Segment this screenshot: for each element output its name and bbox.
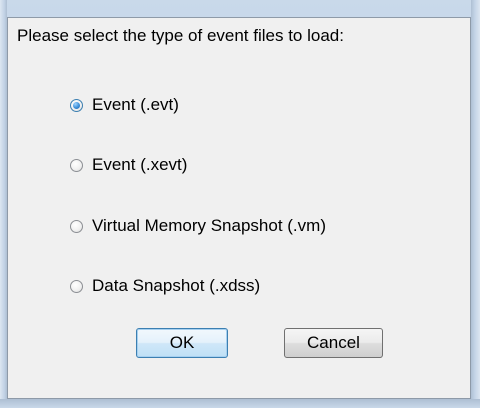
radio-button-checked[interactable] <box>70 98 83 112</box>
window-border-left <box>0 0 7 408</box>
dialog-prompt: Please select the type of event files to… <box>17 26 344 45</box>
cancel-button[interactable]: Cancel <box>284 328 383 358</box>
window-frame: Please select the type of event files to… <box>0 0 480 408</box>
radio-option-label: Event (.evt) <box>92 95 179 114</box>
radio-option-virtual-memory-snapshot[interactable]: Virtual Memory Snapshot (.vm) <box>70 214 326 238</box>
radio-option-label: Virtual Memory Snapshot (.vm) <box>92 216 326 235</box>
window-border-bottom <box>0 399 480 408</box>
radio-option-data-snapshot[interactable]: Data Snapshot (.xdss) <box>70 274 260 298</box>
radio-option-event-evt[interactable]: Event (.evt) <box>70 93 179 117</box>
radio-option-event-xevt[interactable]: Event (.xevt) <box>70 153 187 177</box>
radio-option-label: Event (.xevt) <box>92 155 188 174</box>
radio-option-label: Data Snapshot (.xdss) <box>92 276 261 295</box>
ok-button[interactable]: OK <box>136 328 228 358</box>
radio-button[interactable] <box>70 158 83 172</box>
radio-button[interactable] <box>70 279 83 293</box>
radio-button[interactable] <box>70 219 83 233</box>
window-border-right <box>471 0 480 408</box>
event-type-dialog: Please select the type of event files to… <box>7 17 471 399</box>
